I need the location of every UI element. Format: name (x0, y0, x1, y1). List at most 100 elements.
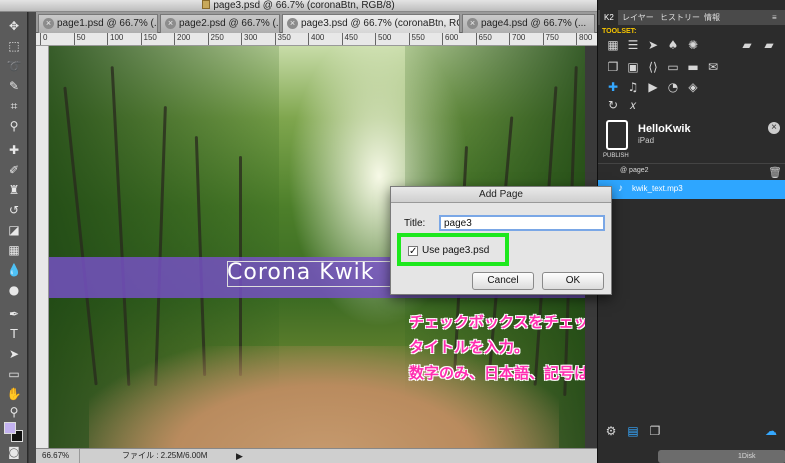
ruler-tick-label: 300 (241, 33, 257, 45)
move-icon[interactable]: ✥ (5, 18, 23, 34)
ruler-tick-label: 750 (542, 33, 559, 45)
pointer-icon[interactable]: ➤ (646, 38, 660, 52)
refresh-icon[interactable]: ↻ (606, 98, 620, 112)
copy-icon[interactable]: ❐ (606, 60, 620, 74)
ruler-tick-label: 650 (475, 33, 492, 45)
ruler-tick-label: 700 (509, 33, 525, 45)
documents-icon[interactable]: ❐ (648, 424, 662, 438)
dodge-icon[interactable]: ● (5, 282, 23, 298)
panel-tab-bar: K2 レイヤー ヒストリー 情報 ≡ (598, 10, 785, 25)
music-icon[interactable]: ♫ (626, 80, 640, 94)
timer-icon[interactable]: ◔ (666, 80, 680, 94)
title-input[interactable] (439, 215, 605, 231)
ruler-tick-label: 800 (576, 33, 592, 45)
tab-page1[interactable]: × page1.psd @ 66.7% (... (38, 14, 158, 33)
folder-icon[interactable]: ▰ (762, 38, 776, 52)
atom-icon[interactable]: ✺ (686, 38, 700, 52)
brush-icon[interactable]: ✐ (5, 162, 23, 178)
code-icon[interactable]: ⟨⟩ (646, 60, 660, 74)
stamp-icon[interactable]: ♜ (5, 182, 23, 198)
dialog-title: Add Page (391, 187, 611, 203)
psd-file-icon (202, 0, 211, 9)
foreground-color-swatch[interactable] (4, 422, 16, 434)
pen-icon[interactable]: ✒ (5, 306, 23, 322)
image-icon[interactable]: ▣ (626, 60, 640, 74)
ruler-tick-label: 100 (107, 33, 123, 45)
quick-select-icon[interactable]: ✎ (5, 78, 23, 94)
close-tab-icon[interactable]: × (467, 18, 478, 29)
healing-icon[interactable]: ✚ (5, 142, 23, 158)
project-name: HelloKwik (638, 123, 691, 135)
title-label: Title: (404, 218, 426, 229)
ruler-tick-label: 0 (40, 33, 47, 45)
use-psd-checkbox[interactable]: ✓ (408, 246, 418, 257)
close-tab-icon[interactable]: × (165, 18, 176, 29)
card-icon[interactable]: ▬ (686, 60, 700, 74)
ruler-tick-label: 600 (442, 33, 458, 45)
zoom-icon[interactable]: ⚲ (5, 404, 23, 420)
add-page-dialog: Add Page Title: ✓ Use page3.psd Cancel O… (390, 186, 612, 295)
panel-bottom-toolbar: ⚙ ▤ ❐ ☁ (598, 421, 785, 443)
document-size-info[interactable]: ファイル : 2.25M/6.00M (122, 449, 207, 463)
window-title-bar: page3.psd @ 66.7% (coronaBtn, RGB/8) (0, 0, 597, 12)
crop-icon[interactable]: ⌗ (5, 98, 23, 114)
trash-icon[interactable]: 🗑 (768, 166, 782, 179)
page-name: @ page2 (620, 167, 649, 174)
blur-icon[interactable]: 💧 (5, 262, 23, 278)
tab-page2[interactable]: × page2.psd @ 66.7% (... (160, 14, 280, 33)
publish-label[interactable]: PUBLISH (603, 153, 629, 159)
tab-k2[interactable]: K2 (600, 10, 618, 25)
tab-page3[interactable]: ×page3.psd @ 66.7% (coronaBtn, RGB/8) (282, 14, 460, 33)
chat-icon[interactable]: ✉ (706, 60, 720, 74)
audio-file-name: kwik_text.mp3 (632, 184, 683, 193)
variable-icon[interactable]: 𝑥 (626, 98, 640, 112)
gradient-icon[interactable]: ▦ (5, 242, 23, 258)
status-menu-arrow-icon[interactable]: ▶ (236, 449, 243, 463)
close-tab-icon[interactable]: × (43, 18, 54, 29)
folder-settings-icon[interactable]: ▰ (740, 38, 754, 52)
eraser-icon[interactable]: ◪ (5, 222, 23, 238)
close-project-icon[interactable]: × (768, 122, 780, 134)
disk-indicator: 1Disk (658, 450, 785, 463)
ruler-tick-label: 50 (73, 33, 85, 45)
ruler-tick-label: 200 (174, 33, 190, 45)
cloud-icon[interactable]: ☁ (764, 424, 778, 438)
tab-history[interactable]: ヒストリー (656, 10, 704, 25)
device-name: iPad (638, 136, 655, 145)
k2-panel: K2 レイヤー ヒストリー 情報 ≡ TOOLSET: ▦ ☰ ➤ ♠ ✺ ▰ … (597, 0, 785, 463)
grid-icon[interactable]: ▦ (606, 38, 620, 52)
ok-button[interactable]: OK (542, 272, 604, 290)
cancel-button[interactable]: Cancel (472, 272, 534, 290)
ruler-tick-label: 150 (140, 33, 157, 45)
page-row[interactable]: @ page2 🗑 (598, 163, 785, 179)
gear-icon[interactable]: ⚙ (604, 424, 618, 438)
add-page-icon[interactable]: ✚ (606, 80, 620, 94)
marquee-icon[interactable]: ⬚ (5, 38, 23, 54)
ruler-left (36, 46, 49, 448)
zoom-level[interactable]: 66.67% (42, 449, 80, 463)
tab-layers[interactable]: レイヤー (618, 10, 658, 25)
use-psd-label[interactable]: Use page3.psd (422, 245, 489, 256)
video-icon[interactable]: ▶ (646, 80, 660, 94)
ruler-tick-label: 400 (308, 33, 324, 45)
eyedropper-icon[interactable]: ⚲ (5, 118, 23, 134)
hand-icon[interactable]: ✋ (5, 386, 23, 402)
annotation-line-3: 数字のみ、日本語、記号はNG (409, 364, 585, 382)
rocket-icon[interactable]: ♠ (666, 38, 680, 52)
type-icon[interactable]: T (5, 326, 23, 342)
database-icon[interactable]: ▤ (626, 424, 640, 438)
panel-menu-icon[interactable]: ≡ (768, 10, 781, 25)
shape-icon[interactable]: ▭ (5, 366, 23, 382)
list-icon[interactable]: ☰ (626, 38, 640, 52)
tab-page4[interactable]: × page4.psd @ 66.7% (... (462, 14, 595, 33)
layers-icon[interactable]: ◈ (686, 80, 700, 94)
lasso-icon[interactable]: ➰ (5, 58, 23, 74)
tab-info[interactable]: 情報 (700, 10, 724, 25)
ruler-top: 0 50 100 150 200 250 300 350 400 450 500 550 600 650 7… (36, 33, 597, 46)
audio-list-item[interactable]: ♪ kwik_text.mp3 (598, 180, 785, 199)
terminal-icon[interactable]: ▭ (666, 60, 680, 74)
quick-mask-icon[interactable]: ◙ (5, 444, 23, 460)
path-select-icon[interactable]: ➤ (5, 346, 23, 362)
close-tab-icon[interactable]: × (287, 18, 298, 29)
history-brush-icon[interactable]: ↺ (5, 202, 23, 218)
